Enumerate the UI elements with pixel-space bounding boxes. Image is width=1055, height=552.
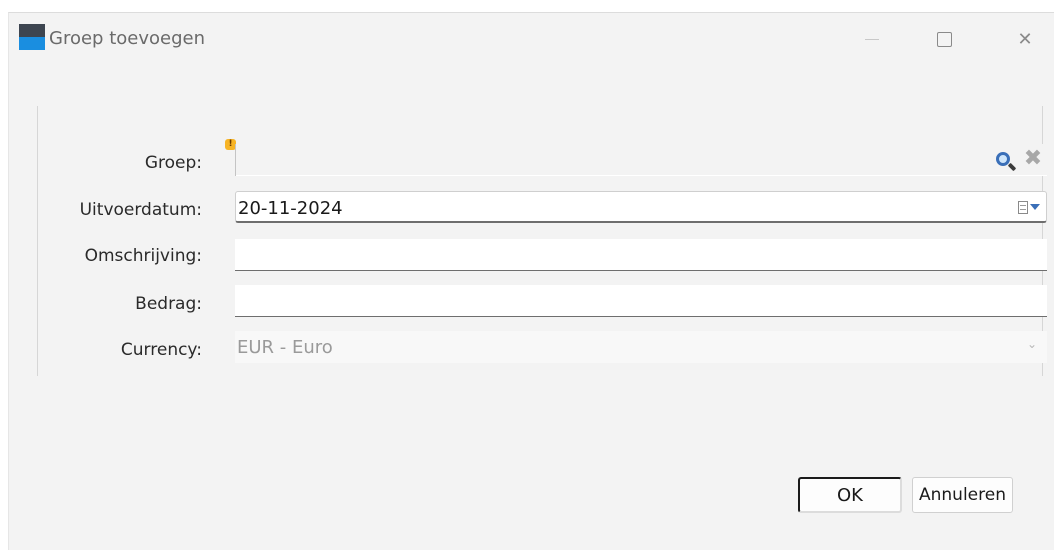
- bedrag-label: Bedrag:: [135, 294, 202, 314]
- close-icon: ✕: [1017, 28, 1033, 50]
- omschrijving-field[interactable]: [235, 239, 1047, 271]
- title-bar: Groep toevoegen ✕: [9, 13, 1054, 65]
- window-title: Groep toevoegen: [49, 28, 205, 49]
- form-panel: Groep: ! ✖ Uitvoerdatum: 20-11-2024 Omsc…: [37, 106, 1047, 376]
- chevron-down-icon: [1030, 204, 1040, 210]
- calendar-dropdown-button[interactable]: [1018, 198, 1040, 216]
- groep-label: Groep:: [144, 153, 202, 173]
- clear-button[interactable]: ✖: [1019, 144, 1047, 174]
- uitvoerdatum-label: Uitvoerdatum:: [79, 200, 202, 220]
- chevron-down-icon: ⌄: [1026, 337, 1037, 351]
- uitvoerdatum-value: 20-11-2024: [238, 198, 343, 219]
- maximize-button[interactable]: [921, 23, 967, 55]
- omschrijving-label: Omschrijving:: [84, 246, 202, 266]
- dialog-window: Groep toevoegen ✕ Groep: ! ✖ Uitvoerdatu…: [8, 12, 1054, 550]
- lookup-button[interactable]: [989, 144, 1017, 174]
- ok-button[interactable]: OK: [798, 477, 902, 513]
- bedrag-field[interactable]: [235, 285, 1047, 317]
- groep-field[interactable]: ✖: [235, 144, 1047, 176]
- close-button[interactable]: ✕: [1002, 23, 1048, 55]
- maximize-icon: [936, 31, 952, 47]
- currency-label: Currency:: [120, 340, 202, 360]
- minimize-button[interactable]: [849, 23, 895, 55]
- app-icon: [19, 24, 45, 50]
- magnifier-icon: [996, 152, 1010, 166]
- currency-select[interactable]: EUR - Euro ⌄: [235, 331, 1047, 363]
- calendar-icon: [1018, 200, 1028, 214]
- minimize-icon: [865, 38, 879, 40]
- uitvoerdatum-field[interactable]: 20-11-2024: [235, 191, 1047, 223]
- clear-icon: ✖: [1023, 146, 1043, 171]
- currency-value: EUR - Euro: [237, 337, 333, 358]
- cancel-button[interactable]: Annuleren: [912, 477, 1013, 513]
